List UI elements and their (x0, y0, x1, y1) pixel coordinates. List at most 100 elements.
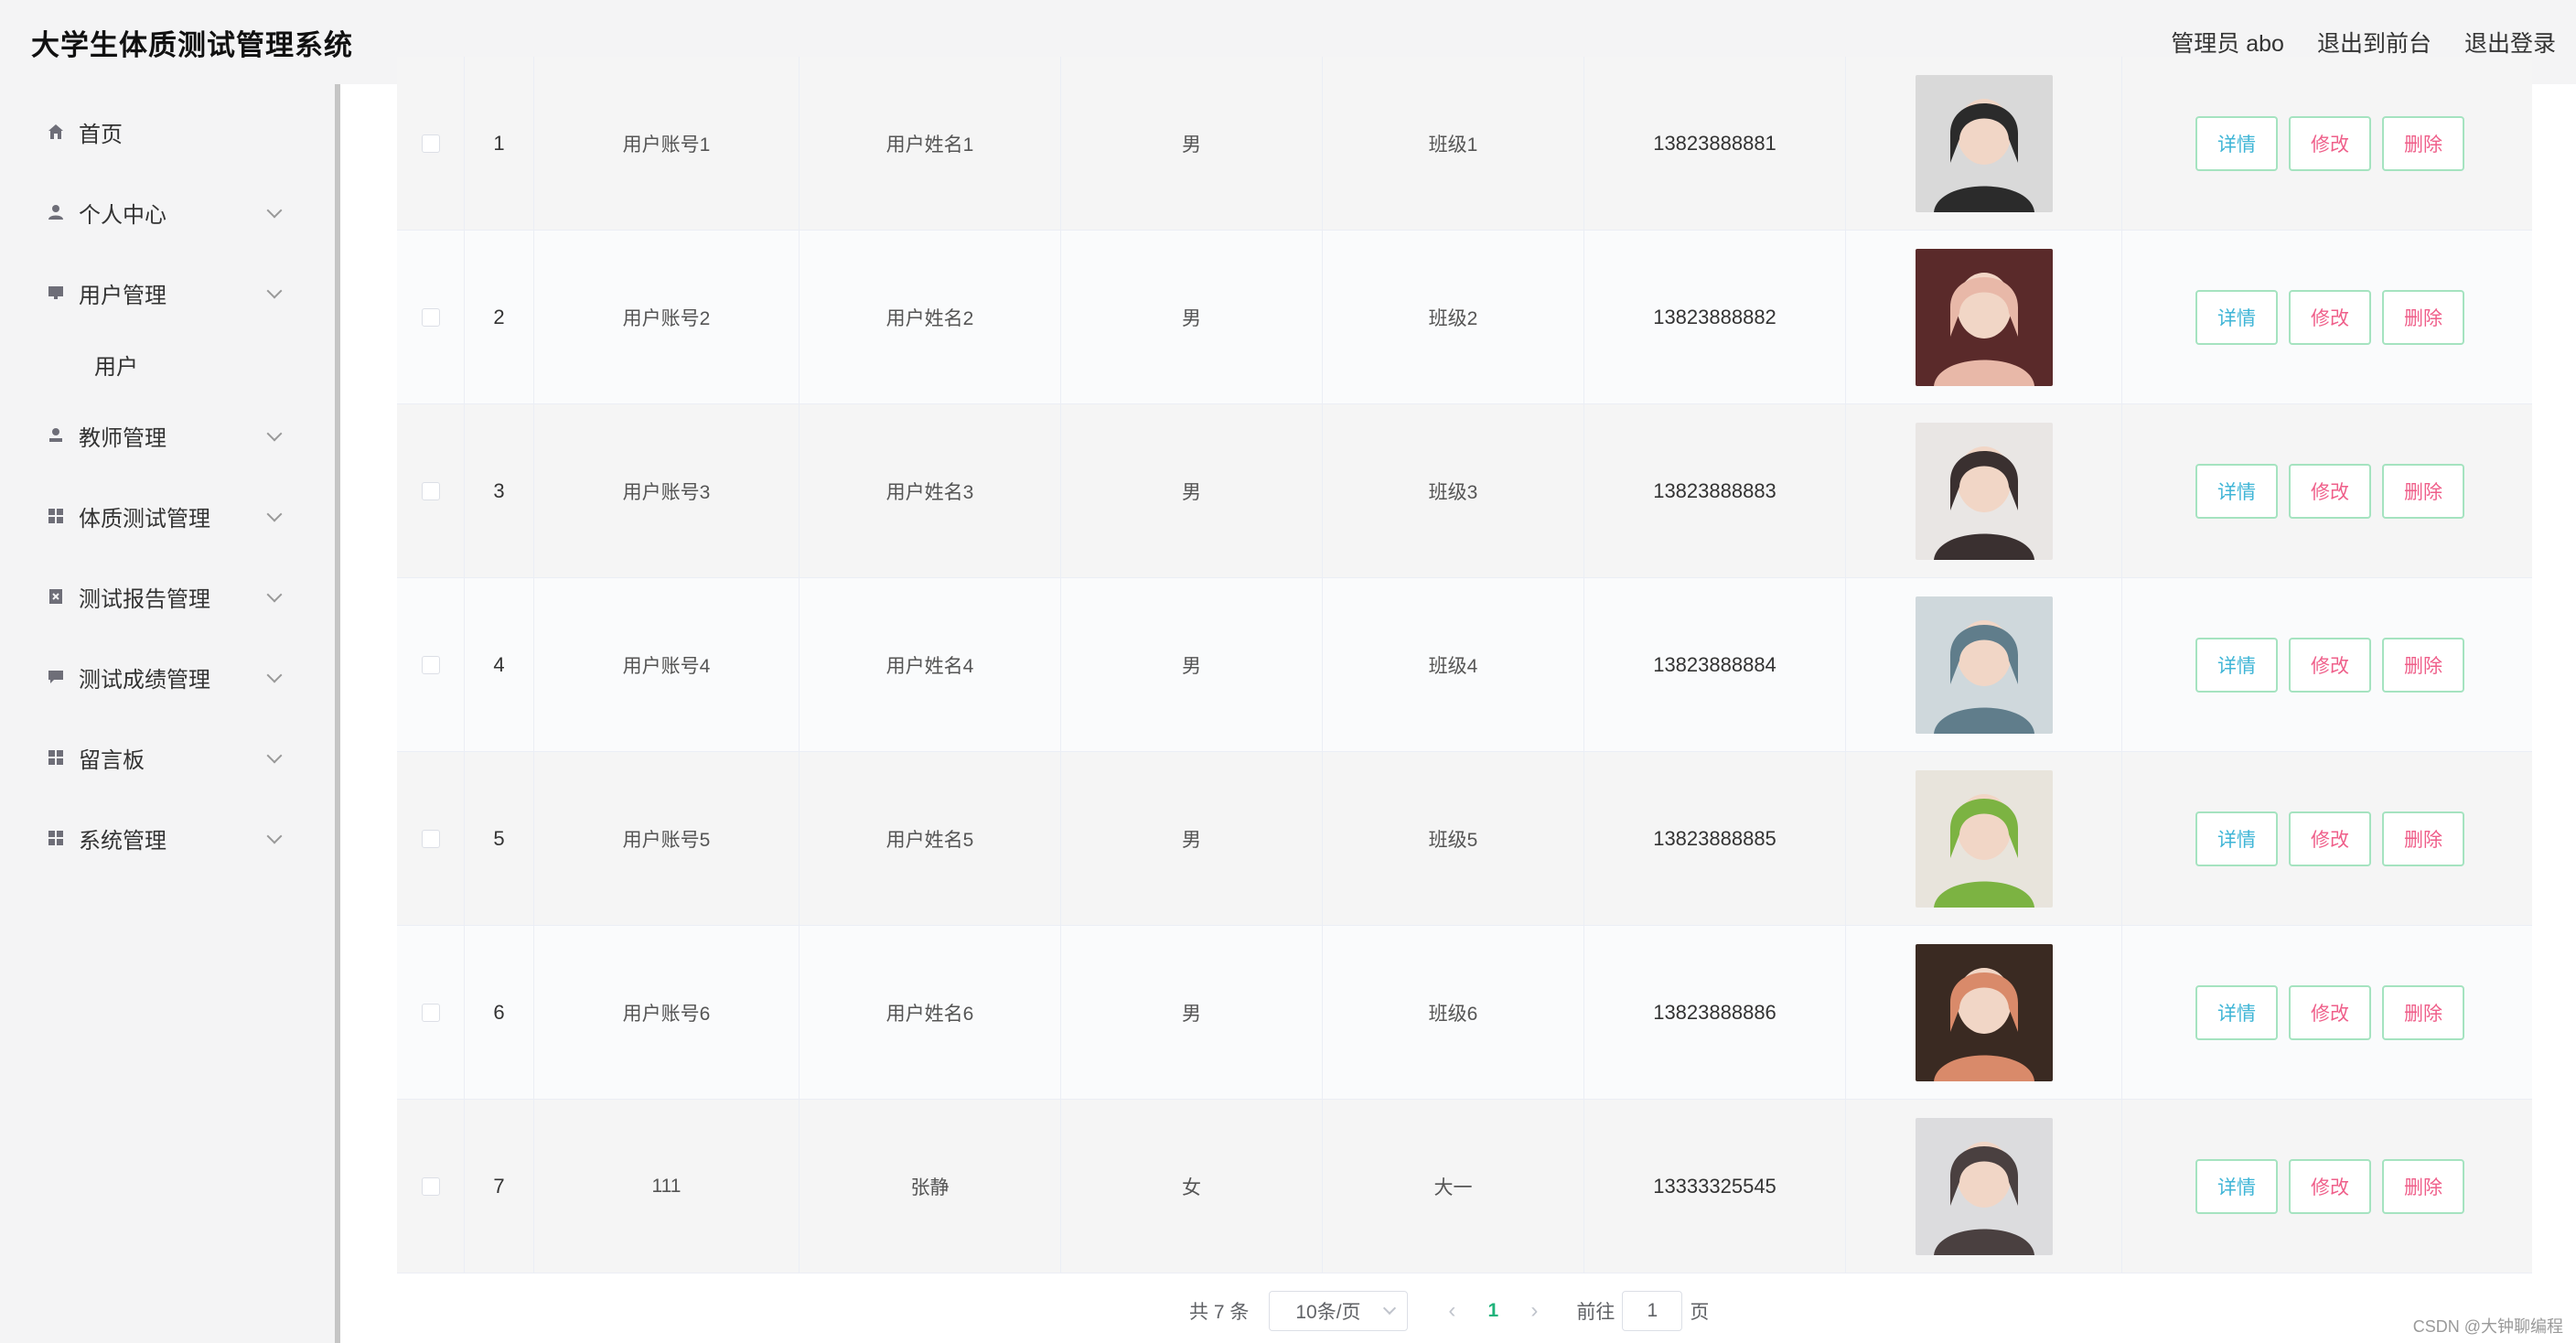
sidebar-item-label: 首页 (79, 122, 123, 147)
sidebar-item-label: 个人中心 (79, 202, 166, 228)
user-photo (1915, 596, 2053, 734)
report-icon (46, 586, 66, 607)
detail-button[interactable]: 详情 (2195, 289, 2278, 345)
chevron-down-icon (266, 506, 283, 522)
edit-button[interactable]: 修改 (2289, 463, 2371, 519)
delete-button[interactable]: 删除 (2382, 115, 2464, 171)
page-size-select[interactable]: 10条/页 (1269, 1291, 1409, 1331)
delete-button[interactable]: 删除 (2382, 811, 2464, 866)
table-row: 3 用户账号3 用户姓名3 男班级3 13823888883 详情 修改 删除 (397, 404, 2532, 578)
delete-button[interactable]: 删除 (2382, 984, 2464, 1040)
user-account: 用户账号5 (534, 752, 800, 925)
user-photo (1915, 943, 2053, 1081)
sidebar-item-label: 测试报告管理 (79, 586, 210, 612)
row-select-cell (397, 752, 465, 925)
row-index: 3 (465, 404, 534, 577)
delete-button[interactable]: 删除 (2382, 463, 2464, 519)
user-name: 用户姓名3 (800, 404, 1061, 577)
row-select-cell (397, 578, 465, 751)
user-phone: 13823888881 (1584, 57, 1846, 230)
next-page-icon[interactable]: › (1516, 1298, 1552, 1324)
user-class: 班级6 (1323, 926, 1584, 1099)
admin-label: 管理员 abo (2171, 31, 2284, 57)
user-account: 用户账号4 (534, 578, 800, 751)
user-photo (1915, 248, 2053, 386)
goto-suffix: 页 (1690, 1302, 1710, 1323)
user-class: 班级2 (1323, 231, 1584, 403)
sidebar-item-label: 系统管理 (79, 828, 166, 854)
user-phone: 13823888885 (1584, 752, 1846, 925)
user-photo (1915, 74, 2053, 212)
prev-page-icon[interactable]: ‹ (1433, 1298, 1470, 1324)
logout-link[interactable]: 退出登录 (2464, 26, 2556, 59)
grid-icon (46, 828, 66, 848)
table-row: 2 用户账号2 用户姓名2 男班级2 13823888882 详情 修改 删除 (397, 231, 2532, 404)
row-checkbox[interactable] (421, 481, 440, 500)
delete-button[interactable]: 删除 (2382, 1158, 2464, 1214)
goto-page-input[interactable]: 1 (1622, 1291, 1683, 1331)
sidebar-item-2[interactable]: 用户管理 (0, 265, 335, 320)
sidebar-item-0[interactable]: 首页 (0, 104, 335, 159)
row-checkbox[interactable] (421, 829, 440, 848)
total-count: 共 7 条 (1189, 1302, 1250, 1323)
actions-cell: 详情 修改 删除 (2122, 404, 2532, 577)
sidebar-item-label: 测试成绩管理 (79, 667, 210, 693)
detail-button[interactable]: 详情 (2195, 811, 2278, 866)
user-phone: 13823888882 (1584, 231, 1846, 403)
row-index: 4 (465, 578, 534, 751)
user-gender: 女 (1061, 1100, 1323, 1273)
photo-cell (1846, 231, 2122, 403)
grid-icon (46, 506, 66, 526)
sidebar-item-3[interactable]: 教师管理 (0, 408, 335, 463)
sidebar-item-7[interactable]: 留言板 (0, 730, 335, 785)
app-title: 大学生体质测试管理系统 (31, 28, 353, 61)
delete-button[interactable]: 删除 (2382, 289, 2464, 345)
sidebar-item-5[interactable]: 测试报告管理 (0, 569, 335, 624)
chevron-down-icon (266, 667, 283, 683)
edit-button[interactable]: 修改 (2289, 811, 2371, 866)
user-account: 用户账号2 (534, 231, 800, 403)
detail-button[interactable]: 详情 (2195, 463, 2278, 519)
chevron-down-icon (266, 747, 283, 764)
chevron-down-icon (266, 425, 283, 442)
edit-button[interactable]: 修改 (2289, 637, 2371, 693)
chat-icon (46, 667, 66, 687)
user-name: 用户姓名6 (800, 926, 1061, 1099)
teacher-icon (46, 425, 66, 446)
table-row: 4 用户账号4 用户姓名4 男班级4 13823888884 详情 修改 删除 (397, 578, 2532, 752)
edit-button[interactable]: 修改 (2289, 289, 2371, 345)
table-row: 7 111 张静女大一 13333325545 详情 修改 删除 (397, 1100, 2532, 1273)
row-checkbox[interactable] (421, 307, 440, 327)
edit-button[interactable]: 修改 (2289, 1158, 2371, 1214)
sidebar-item-1[interactable]: 个人中心 (0, 185, 335, 240)
delete-button[interactable]: 删除 (2382, 637, 2464, 693)
home-icon (46, 122, 66, 142)
row-index: 6 (465, 926, 534, 1099)
detail-button[interactable]: 详情 (2195, 1158, 2278, 1214)
sidebar-subitem-user[interactable]: 用户 (0, 337, 335, 392)
user-gender: 男 (1061, 926, 1323, 1099)
detail-button[interactable]: 详情 (2195, 637, 2278, 693)
user-gender: 男 (1061, 578, 1323, 751)
detail-button[interactable]: 详情 (2195, 984, 2278, 1040)
row-checkbox[interactable] (421, 134, 440, 153)
chevron-down-icon (266, 586, 283, 603)
front-link[interactable]: 退出到前台 (2317, 26, 2431, 59)
sidebar-item-8[interactable]: 系统管理 (0, 811, 335, 865)
sidebar-item-4[interactable]: 体质测试管理 (0, 489, 335, 543)
user-name: 用户姓名5 (800, 752, 1061, 925)
detail-button[interactable]: 详情 (2195, 115, 2278, 171)
photo-cell (1846, 57, 2122, 230)
edit-button[interactable]: 修改 (2289, 984, 2371, 1040)
table-row: 5 用户账号5 用户姓名5 男班级5 13823888885 详情 修改 删除 (397, 752, 2532, 926)
sidebar-item-6[interactable]: 测试成绩管理 (0, 650, 335, 704)
sidebar-item-label: 留言板 (79, 747, 145, 773)
row-checkbox[interactable] (421, 1176, 440, 1196)
row-checkbox[interactable] (421, 655, 440, 674)
row-select-cell (397, 1100, 465, 1273)
edit-button[interactable]: 修改 (2289, 115, 2371, 171)
row-select-cell (397, 404, 465, 577)
row-checkbox[interactable] (421, 1003, 440, 1022)
user-photo (1915, 769, 2053, 908)
page-number-current[interactable]: 1 (1470, 1300, 1516, 1322)
